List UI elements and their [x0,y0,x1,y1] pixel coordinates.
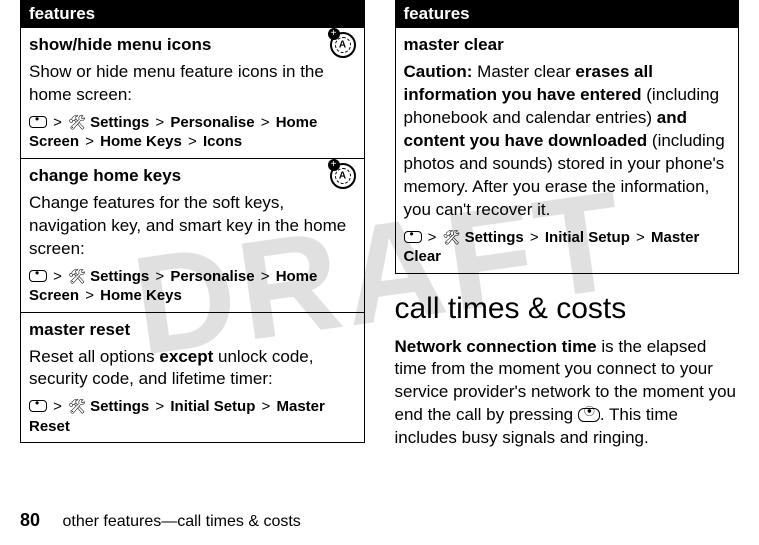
table-row: + show/hide menu icons Show or hide menu… [21,28,365,159]
feature-body: Change features for the soft keys, navig… [29,192,356,261]
features-table-right: features master clear Caution: Master cl… [395,0,740,274]
path-part: Settings [90,268,149,285]
feature-body: Caution: Master clear erases all informa… [404,61,731,222]
feature-title: master clear [404,34,731,57]
feature-title: master reset [29,319,356,342]
path-sep: > [53,114,62,131]
nav-path: > 🛠 Settings > Initial Setup > Master Cl… [404,228,731,267]
path-sep: > [262,398,271,415]
path-sep: > [636,229,645,246]
path-sep: > [155,398,164,415]
path-part: Initial Setup [545,229,630,246]
page-number: 80 [20,510,40,530]
path-part: Personalise [170,114,254,131]
settings-icon: 🛠 [68,397,86,415]
table-header: features [395,1,739,28]
center-key-icon [29,400,47,412]
path-part: Icons [203,133,242,150]
feature-body: Reset all options except unlock code, se… [29,346,356,392]
path-sep: > [428,229,437,246]
path-sep: > [85,133,94,150]
footer-text: other features—call times & costs [62,513,300,530]
path-part: Settings [90,114,149,131]
path-sep: > [261,268,270,285]
path-part: Settings [465,229,524,246]
settings-icon: 🛠 [68,113,86,131]
path-sep: > [155,114,164,131]
feature-title: change home keys [29,165,356,188]
path-part: Home Keys [100,133,182,150]
path-part: Initial Setup [170,398,255,415]
path-sep: > [53,398,62,415]
right-column: features master clear Caution: Master cl… [395,0,740,460]
left-column: features + show/hide menu icons Show or … [20,0,365,460]
page-content: features + show/hide menu icons Show or … [0,0,759,460]
path-part: Personalise [170,268,254,285]
path-part: Home Keys [100,287,182,304]
features-table-left: features + show/hide menu icons Show or … [20,0,365,443]
end-key-icon [578,408,600,422]
nav-path: > 🛠 Settings > Personalise > Home Screen… [29,113,356,152]
feature-body: Show or hide menu feature icons in the h… [29,61,356,107]
page-footer: 80 other features—call times & costs [20,510,301,531]
table-row: + change home keys Change features for t… [21,158,365,312]
nav-path: > 🛠 Settings > Initial Setup > Master Re… [29,397,356,436]
center-key-icon [404,231,422,243]
table-row: master clear Caution: Master clear erase… [395,28,739,274]
path-sep: > [155,268,164,285]
table-row: master reset Reset all options except un… [21,312,365,443]
path-sep: > [53,268,62,285]
path-part: Settings [90,398,149,415]
section-heading: call times & costs [395,292,740,326]
feature-title: show/hide menu icons [29,34,356,57]
settings-icon: 🛠 [443,228,461,246]
nav-path: > 🛠 Settings > Personalise > Home Screen… [29,267,356,306]
settings-icon: 🛠 [68,267,86,285]
path-sep: > [261,114,270,131]
accessibility-icon: + [330,163,356,189]
path-sep: > [530,229,539,246]
table-header: features [21,1,365,28]
path-sep: > [85,287,94,304]
accessibility-icon: + [330,32,356,58]
path-sep: > [188,133,197,150]
center-key-icon [29,270,47,282]
section-body: Network connection time is the elapsed t… [395,336,740,451]
center-key-icon [29,116,47,128]
